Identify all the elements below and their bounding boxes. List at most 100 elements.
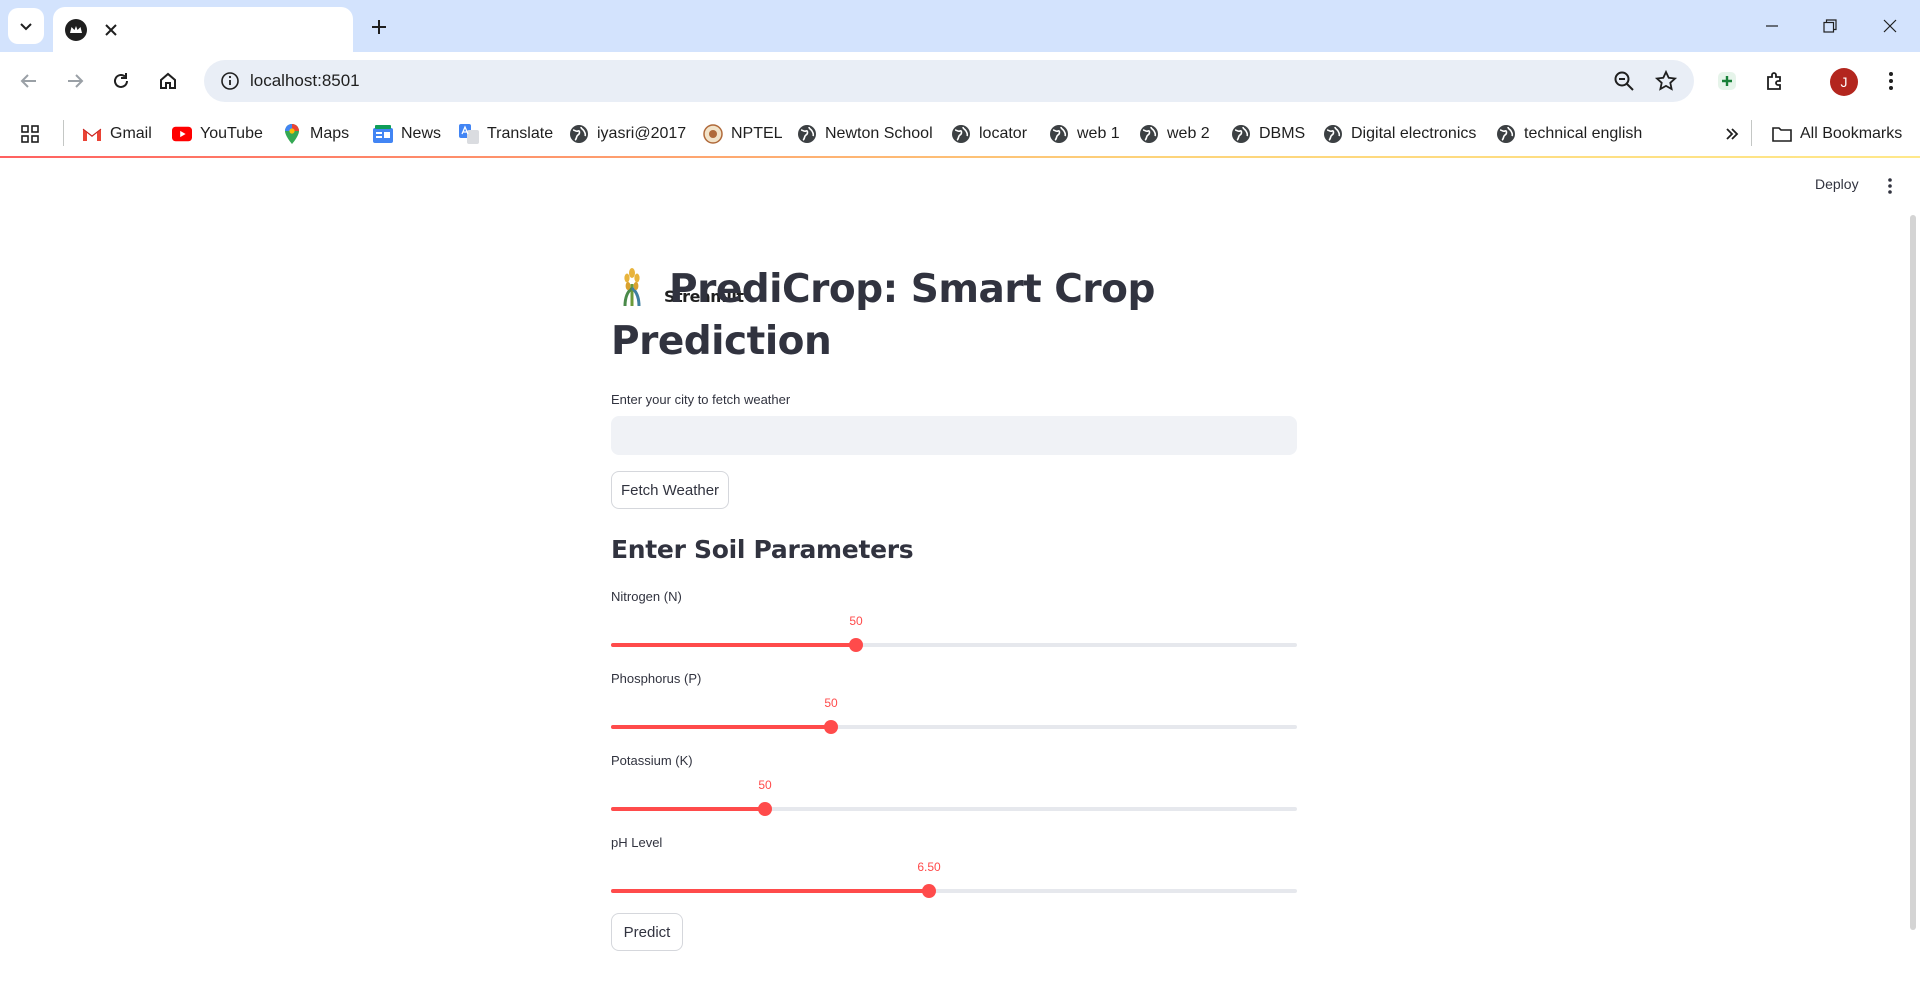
bookmark-label: Digital electronics [1351, 125, 1477, 142]
deploy-button[interactable]: Deploy [1815, 176, 1859, 192]
url-text: localhost:8501 [250, 71, 360, 90]
browser-menu-button[interactable] [1875, 65, 1907, 97]
tab-close-button[interactable] [101, 20, 121, 40]
minimize-button[interactable] [1742, 0, 1802, 52]
globe-icon [951, 124, 971, 144]
tab-search-button[interactable] [8, 8, 44, 44]
page-title: PrediCrop: Smart Crop Prediction [611, 264, 1297, 368]
page-scrollbar[interactable] [1910, 215, 1916, 930]
globe-icon [1139, 124, 1159, 144]
bookmarks-divider [1751, 120, 1752, 146]
bookmark-label: iyasri@2017 [597, 125, 687, 142]
close-window-button[interactable] [1860, 0, 1920, 52]
new-tab-button[interactable] [364, 12, 394, 42]
app-menu-icon[interactable] [1882, 176, 1898, 196]
plus-icon [372, 20, 386, 34]
bookmark-newton-school[interactable]: Newton School [797, 119, 933, 149]
bookmark-youtube[interactable]: YouTube [172, 119, 263, 149]
bookmark-label: technical english [1524, 125, 1643, 142]
slider-thumb[interactable] [824, 720, 838, 734]
globe-icon [1496, 124, 1516, 144]
slider-value: 6.50 [917, 860, 941, 874]
profile-avatar[interactable]: J [1830, 68, 1858, 96]
city-input[interactable] [611, 416, 1297, 455]
slider-ph-level[interactable]: 6.50 [611, 860, 1297, 906]
all-bookmarks-label: All Bookmarks [1800, 125, 1903, 142]
more-bookmarks-button[interactable] [1724, 119, 1740, 149]
bookmark-label: Maps [310, 125, 350, 142]
back-button[interactable] [9, 61, 49, 101]
bookmark-label: Gmail [110, 125, 152, 142]
bookmark-label: News [401, 125, 442, 142]
bookmarks-bar: All Bookmarks Gmail YouTube Maps News Transl… [0, 111, 1920, 157]
translate-icon [459, 124, 479, 144]
apps-grid-icon [21, 125, 39, 143]
double-chevron-right-icon [1726, 128, 1739, 140]
reload-icon [114, 73, 128, 88]
slider-label: Potassium (K) [611, 753, 693, 768]
bookmark-nptel[interactable]: NPTEL [703, 119, 783, 149]
close-icon [1883, 19, 1897, 33]
soil-parameters-header: Enter Soil Parameters [611, 535, 914, 564]
slider-fill [611, 725, 831, 729]
slider-value: 50 [849, 614, 863, 628]
bookmark-news[interactable]: News [373, 119, 441, 149]
bookmark-star-icon[interactable] [1654, 69, 1678, 93]
bookmark-dbms[interactable]: DBMS [1231, 119, 1305, 149]
bookmark-web-2[interactable]: web 2 [1139, 119, 1210, 149]
nptel-icon [703, 124, 723, 144]
folder-icon [1772, 124, 1792, 144]
close-icon [105, 23, 117, 36]
extension-plus-button[interactable] [1711, 65, 1743, 97]
address-bar[interactable]: localhost:8501 [204, 60, 1694, 102]
bookmark-label: Newton School [825, 125, 933, 142]
minimize-icon [1766, 25, 1778, 27]
puzzle-icon [1767, 72, 1781, 90]
active-tab[interactable]: Streamlit [53, 7, 744, 306]
bookmark-iyasri-2017[interactable]: iyasri@2017 [569, 119, 686, 149]
extensions-button[interactable] [1759, 65, 1791, 97]
arrow-left-icon [20, 74, 36, 88]
slider-label: pH Level [611, 835, 663, 850]
wheat-sheaf-icon [623, 268, 641, 307]
reload-button[interactable] [101, 61, 141, 101]
slider-potassium-k[interactable]: 50 [611, 778, 1297, 824]
slider-phosphorus-p[interactable]: 50 [611, 696, 1297, 742]
globe-icon [1049, 124, 1069, 144]
bookmark-label: YouTube [200, 125, 263, 142]
chevron-down-icon [20, 23, 32, 31]
fetch-weather-button[interactable]: Fetch Weather [611, 471, 729, 509]
home-button[interactable] [148, 61, 188, 101]
site-info-icon[interactable] [210, 60, 250, 102]
restore-icon [1823, 19, 1837, 33]
slider-thumb[interactable] [922, 884, 936, 898]
bookmark-label: locator [979, 125, 1028, 142]
bookmark-locator[interactable]: locator [951, 119, 1027, 149]
slider-nitrogen-n[interactable]: 50 [611, 614, 1297, 660]
predict-button[interactable]: Predict [611, 913, 683, 951]
bookmark-technical-english[interactable]: technical english [1496, 119, 1642, 149]
slider-value: 50 [758, 778, 772, 792]
bookmark-label: web 2 [1167, 125, 1210, 142]
restore-button[interactable] [1800, 0, 1860, 52]
bookmark-maps[interactable]: Maps [282, 119, 349, 149]
bookmark-web-1[interactable]: web 1 [1049, 119, 1120, 149]
globe-icon [797, 124, 817, 144]
bookmark-gmail[interactable]: Gmail [82, 119, 152, 149]
zoom-icon[interactable] [1612, 69, 1636, 93]
slider-thumb[interactable] [849, 638, 863, 652]
bookmark-digital-electronics[interactable]: Digital electronics [1323, 119, 1476, 149]
slider-fill [611, 807, 765, 811]
slider-value: 50 [824, 696, 838, 710]
slider-thumb[interactable] [758, 802, 772, 816]
bookmark-label: DBMS [1259, 125, 1306, 142]
bookmarks-divider [63, 120, 64, 146]
tab-strip: Streamlit [0, 0, 1920, 306]
apps-button[interactable] [20, 119, 40, 149]
browser-toolbar: localhost:8501 [0, 52, 1920, 111]
all-bookmarks-button[interactable]: All Bookmarks [1772, 119, 1902, 149]
home-icon [160, 72, 176, 89]
forward-button[interactable] [55, 61, 95, 101]
youtube-icon [172, 124, 192, 144]
bookmark-translate[interactable]: Translate [459, 119, 553, 149]
